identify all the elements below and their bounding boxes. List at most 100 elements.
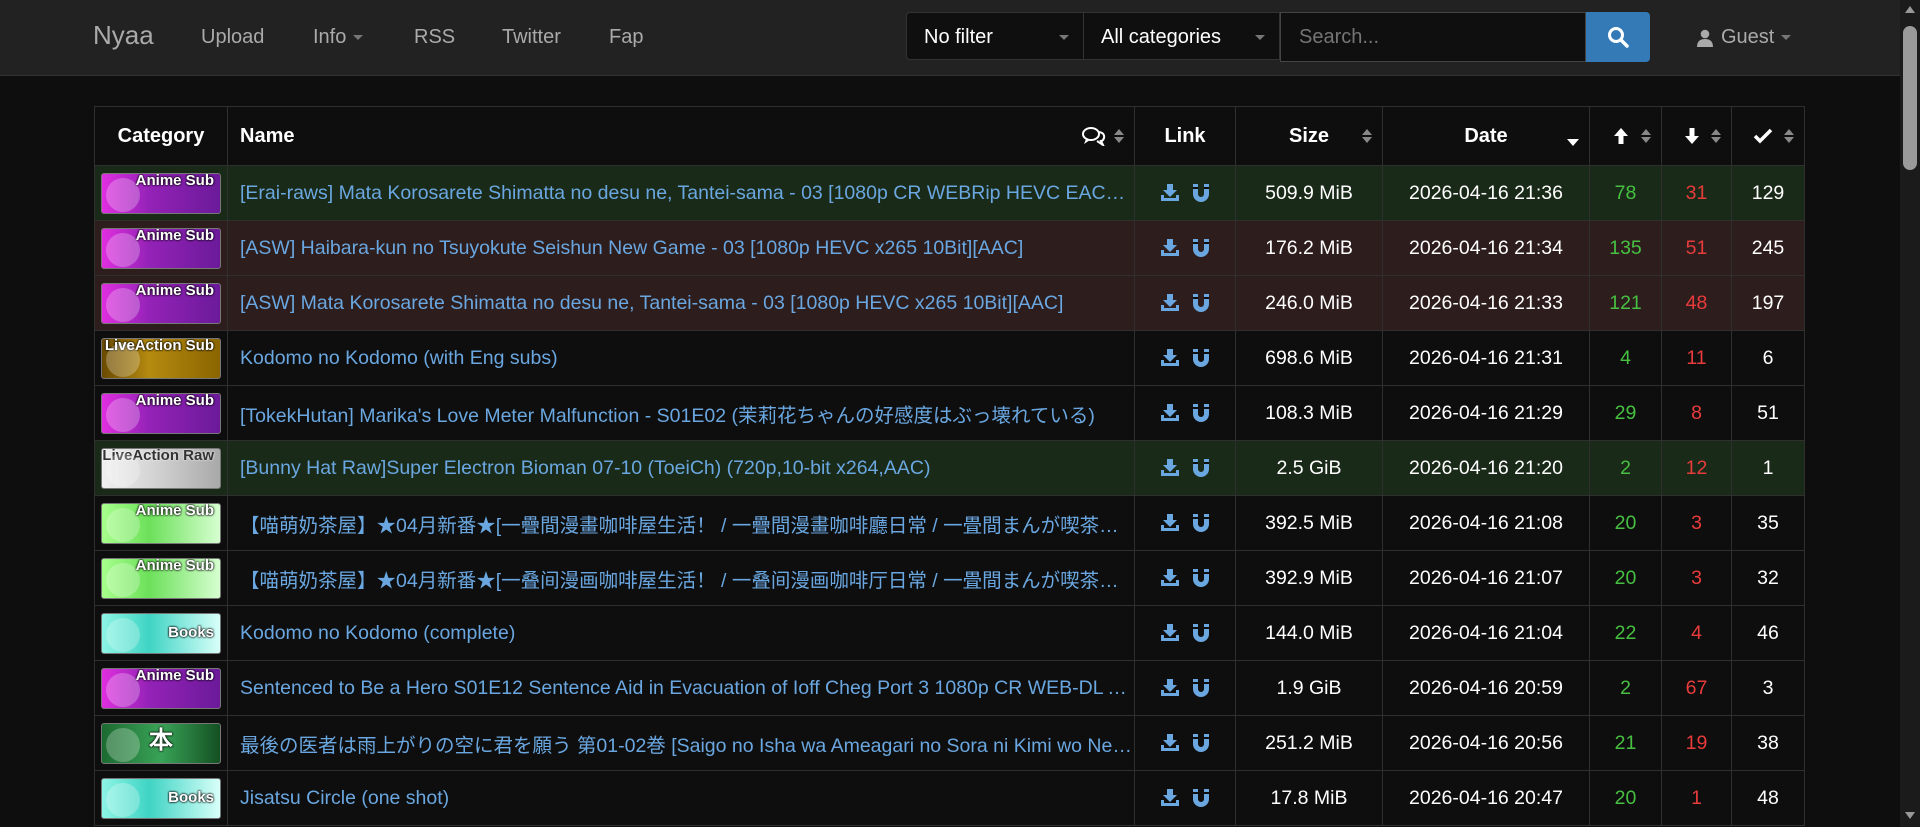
magnet-icon[interactable] xyxy=(1192,733,1210,753)
arrow-down-icon xyxy=(1684,128,1699,145)
table-row: LiveAction Raw [Bunny Hat Raw]Super Elect… xyxy=(94,440,1805,496)
size-cell: 392.9 MiB xyxy=(1235,550,1383,606)
torrent-name-link[interactable]: [ASW] Mata Korosarete Shimatta no desu n… xyxy=(227,275,1135,331)
sort-icon[interactable] xyxy=(1641,129,1651,143)
leechers-cell: 48 xyxy=(1661,275,1732,331)
download-icon[interactable] xyxy=(1160,184,1180,202)
filter-select[interactable]: No filter xyxy=(906,12,1084,60)
torrent-name-link[interactable]: Kodomo no Kodomo (with Eng subs) xyxy=(227,330,1135,386)
scroll-down-arrow-icon[interactable] xyxy=(1905,812,1915,819)
sort-icon[interactable] xyxy=(1711,129,1721,143)
link-cell xyxy=(1134,495,1236,551)
seeders-cell: 2 xyxy=(1589,660,1662,716)
category-cell: Anime Sub xyxy=(94,165,228,221)
date-cell: 2026-04-16 21:07 xyxy=(1382,550,1590,606)
header-size[interactable]: Size xyxy=(1235,106,1383,166)
category-badge[interactable]: Books xyxy=(101,612,221,654)
nav-twitter[interactable]: Twitter xyxy=(502,26,561,49)
page-scrollbar[interactable] xyxy=(1900,0,1920,827)
download-icon[interactable] xyxy=(1160,239,1180,257)
torrent-name-link[interactable]: Sentenced to Be a Hero S01E12 Sentence A… xyxy=(227,660,1135,716)
user-menu[interactable]: Guest xyxy=(1697,26,1792,49)
navbar: Nyaa Upload Info RSS Twitter Fap No filt… xyxy=(0,0,1900,76)
header-name[interactable]: Name xyxy=(227,106,1135,166)
torrent-table: Category Name Link Size Date Anime Sub [… xyxy=(94,106,1805,826)
magnet-icon[interactable] xyxy=(1192,183,1210,203)
magnet-icon[interactable] xyxy=(1192,568,1210,588)
sort-icon[interactable] xyxy=(1784,129,1794,143)
header-leechers[interactable] xyxy=(1661,106,1732,166)
torrent-name-link[interactable]: [TokekHutan] Marika's Love Meter Malfunc… xyxy=(227,385,1135,441)
search-input[interactable] xyxy=(1280,12,1586,62)
magnet-icon[interactable] xyxy=(1192,238,1210,258)
download-icon[interactable] xyxy=(1160,679,1180,697)
magnet-icon[interactable] xyxy=(1192,788,1210,808)
nav-info[interactable]: Info xyxy=(313,26,364,49)
torrent-name-link[interactable]: [Erai-raws] Mata Korosarete Shimatta no … xyxy=(227,165,1135,221)
download-icon[interactable] xyxy=(1160,624,1180,642)
header-category[interactable]: Category xyxy=(94,106,228,166)
nav-fap[interactable]: Fap xyxy=(609,26,643,49)
category-badge[interactable]: Anime Sub xyxy=(101,557,221,599)
scrollbar-thumb[interactable] xyxy=(1903,26,1917,170)
date-cell: 2026-04-16 20:47 xyxy=(1382,770,1590,826)
search-form: No filter All categories xyxy=(906,12,1650,62)
magnet-icon[interactable] xyxy=(1192,348,1210,368)
size-cell: 144.0 MiB xyxy=(1235,605,1383,661)
download-icon[interactable] xyxy=(1160,294,1180,312)
magnet-icon[interactable] xyxy=(1192,403,1210,423)
torrent-name-link[interactable]: Jisatsu Circle (one shot) xyxy=(227,770,1135,826)
nav-upload[interactable]: Upload xyxy=(201,26,264,49)
download-icon[interactable] xyxy=(1160,349,1180,367)
torrent-name-link[interactable]: Kodomo no Kodomo (complete) xyxy=(227,605,1135,661)
category-badge[interactable]: LiveAction Raw xyxy=(101,447,221,489)
download-icon[interactable] xyxy=(1160,734,1180,752)
header-date[interactable]: Date xyxy=(1382,106,1590,166)
table-row: LiveAction Sub Kodomo no Kodomo (with Eng… xyxy=(94,330,1805,386)
sort-icon[interactable] xyxy=(1362,129,1372,143)
header-completed[interactable] xyxy=(1731,106,1805,166)
torrent-name-link[interactable]: 【喵萌奶茶屋】★04月新番★[一叠间漫画咖啡屋生活！ / 一叠间漫画咖啡厅日常 … xyxy=(227,550,1135,606)
category-art xyxy=(106,672,140,707)
sort-desc-icon[interactable] xyxy=(1567,139,1579,146)
completed-cell: 197 xyxy=(1731,275,1805,331)
download-icon[interactable] xyxy=(1160,404,1180,422)
scroll-up-arrow-icon[interactable] xyxy=(1905,6,1915,13)
torrent-name-link[interactable]: 最後の医者は雨上がりの空に君を願う 第01-02巻 [Saigo no Isha… xyxy=(227,715,1135,771)
torrent-name-link[interactable]: [Bunny Hat Raw]Super Electron Bioman 07-… xyxy=(227,440,1135,496)
category-art xyxy=(106,177,140,212)
search-button[interactable] xyxy=(1586,12,1650,62)
sort-icon[interactable] xyxy=(1114,129,1124,143)
category-badge[interactable]: Anime Sub xyxy=(101,227,221,269)
torrent-name-link[interactable]: [ASW] Haibara-kun no Tsuyokute Seishun N… xyxy=(227,220,1135,276)
check-icon xyxy=(1753,128,1773,144)
category-badge[interactable]: Anime Sub xyxy=(101,667,221,709)
completed-cell: 38 xyxy=(1731,715,1805,771)
magnet-icon[interactable] xyxy=(1192,678,1210,698)
category-badge[interactable]: 本 xyxy=(101,722,221,764)
category-badge[interactable]: LiveAction Sub xyxy=(101,337,221,379)
header-seeders[interactable] xyxy=(1589,106,1662,166)
category-select[interactable]: All categories xyxy=(1084,12,1280,60)
magnet-icon[interactable] xyxy=(1192,623,1210,643)
category-badge[interactable]: Anime Sub xyxy=(101,282,221,324)
download-icon[interactable] xyxy=(1160,459,1180,477)
magnet-icon[interactable] xyxy=(1192,458,1210,478)
category-badge[interactable]: Anime Sub xyxy=(101,172,221,214)
magnet-icon[interactable] xyxy=(1192,293,1210,313)
magnet-icon[interactable] xyxy=(1192,513,1210,533)
category-badge[interactable]: Books xyxy=(101,777,221,819)
category-badge[interactable]: Anime Sub xyxy=(101,502,221,544)
brand-logo[interactable]: Nyaa xyxy=(93,20,154,51)
leechers-cell: 19 xyxy=(1661,715,1732,771)
completed-cell: 35 xyxy=(1731,495,1805,551)
torrent-name-link[interactable]: 【喵萌奶茶屋】★04月新番★[一疊間漫畫咖啡屋生活！ / 一疊間漫畫咖啡廳日常 … xyxy=(227,495,1135,551)
category-art xyxy=(106,507,140,542)
download-icon[interactable] xyxy=(1160,789,1180,807)
seeders-cell: 29 xyxy=(1589,385,1662,441)
download-icon[interactable] xyxy=(1160,514,1180,532)
nav-rss[interactable]: RSS xyxy=(414,26,455,49)
download-icon[interactable] xyxy=(1160,569,1180,587)
category-badge[interactable]: Anime Sub xyxy=(101,392,221,434)
leechers-cell: 3 xyxy=(1661,550,1732,606)
